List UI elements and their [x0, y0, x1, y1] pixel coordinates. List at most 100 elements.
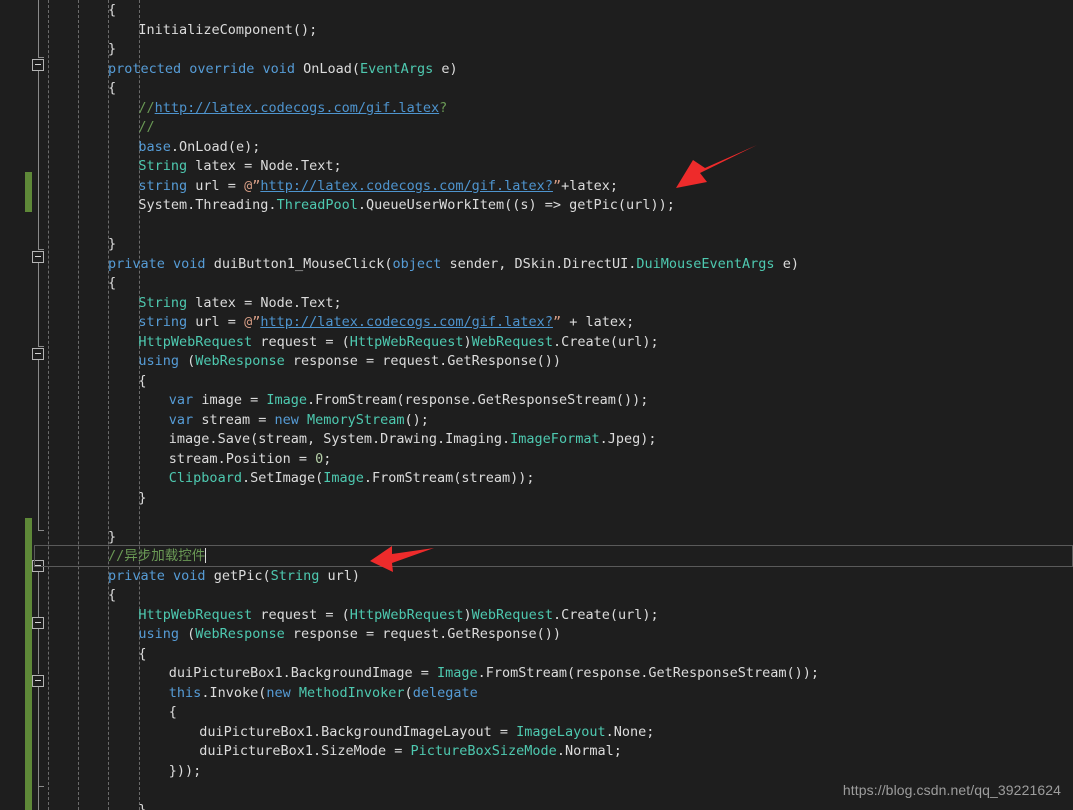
code-line[interactable]: using (WebResponse response = request.Ge…: [138, 625, 561, 645]
code-token: {: [108, 2, 117, 18]
code-line[interactable]: }: [108, 235, 116, 255]
code-line[interactable]: duiPictureBox1.BackgroundImage = Image.F…: [169, 664, 819, 684]
code-line[interactable]: HttpWebRequest request = (HttpWebRequest…: [138, 333, 658, 353]
code-line[interactable]: HttpWebRequest request = (HttpWebRequest…: [138, 606, 658, 626]
code-line[interactable]: private void duiButton1_MouseClick(objec…: [108, 255, 799, 275]
code-token: protected: [108, 60, 182, 77]
code-line[interactable]: }));: [169, 762, 202, 782]
code-token: sender, DSkin.DirectUI.: [441, 255, 637, 272]
code-token: @”: [244, 314, 261, 330]
code-token: ”: [552, 314, 562, 330]
code-token: duiPictureBox1.BackgroundImageLayout =: [199, 723, 517, 740]
code-line[interactable]: base.OnLoad(e);: [138, 138, 260, 158]
code-token: WebResponse: [195, 626, 285, 642]
code-line[interactable]: duiPictureBox1.BackgroundImageLayout = I…: [199, 723, 654, 743]
code-line[interactable]: }: [138, 489, 146, 509]
code-line[interactable]: {: [138, 372, 146, 392]
code-token: url): [319, 567, 361, 584]
code-token: System.Threading.: [138, 197, 277, 213]
code-token: duiPictureBox1.BackgroundImage =: [168, 665, 438, 681]
code-token: {: [108, 587, 117, 603]
code-token: .: [170, 138, 180, 155]
code-token: WebRequest: [471, 333, 553, 350]
code-token: private: [108, 567, 165, 584]
code-line[interactable]: {: [138, 645, 146, 665]
code-token: String: [270, 567, 320, 584]
code-token: var: [168, 392, 194, 408]
code-line[interactable]: //异步加载控件: [108, 547, 207, 567]
code-editor[interactable]: {InitializeComponent();} protected overri…: [0, 0, 1073, 810]
code-token: void: [173, 567, 206, 584]
code-token: InitializeComponent();: [138, 21, 318, 38]
code-token: delegate: [412, 684, 478, 701]
code-token: WebRequest: [471, 606, 553, 623]
code-token: 0: [315, 450, 324, 467]
code-token: var: [168, 411, 194, 428]
text-caret: [205, 548, 207, 563]
code-line[interactable]: this.Invoke(new MethodInvoker(delegate: [169, 684, 478, 704]
code-line[interactable]: stream.Position = 0;: [169, 450, 332, 470]
code-token: }: [108, 236, 117, 252]
code-line[interactable]: InitializeComponent();: [138, 21, 317, 41]
code-line[interactable]: }: [108, 528, 116, 548]
code-line[interactable]: {: [108, 1, 116, 21]
code-line[interactable]: //http://latex.codecogs.com/gif.latex?: [138, 99, 447, 119]
code-token: http://latex.codecogs.com/gif.latex?: [260, 314, 553, 330]
code-token: stream =: [193, 411, 275, 428]
code-line[interactable]: string url = @”http://latex.codecogs.com…: [138, 177, 618, 197]
code-line[interactable]: string url = @”http://latex.codecogs.com…: [138, 313, 634, 333]
code-token: url =: [187, 314, 245, 330]
code-token: ImageLayout: [516, 723, 606, 740]
code-line[interactable]: var stream = new MemoryStream();: [169, 411, 429, 431]
code-token: .Normal;: [556, 743, 622, 759]
code-token: }));: [168, 762, 202, 779]
code-token: .FromStream(response.GetResponseStream()…: [306, 392, 649, 408]
code-line[interactable]: {: [169, 703, 177, 723]
code-line[interactable]: Clipboard.SetImage(Image.FromStream(stre…: [169, 469, 535, 489]
code-token: duiButton1_MouseClick: [213, 255, 385, 272]
code-line[interactable]: image.Save(stream, System.Drawing.Imagin…: [169, 430, 657, 450]
code-line[interactable]: String latex = Node.Text;: [138, 157, 341, 177]
code-line[interactable]: {: [108, 586, 116, 606]
code-text-area[interactable]: {InitializeComponent();} protected overri…: [0, 0, 1073, 810]
code-line[interactable]: {: [108, 79, 116, 99]
code-token: ): [463, 606, 472, 623]
code-line[interactable]: {: [108, 274, 116, 294]
code-token: HttpWebRequest: [138, 606, 253, 623]
code-token: request = (: [252, 333, 350, 350]
code-token: //: [138, 119, 155, 135]
code-token: latex = Node.Text;: [187, 294, 342, 311]
code-token: .SetImage(: [241, 470, 324, 486]
code-line[interactable]: duiPictureBox1.SizeMode = PictureBoxSize…: [199, 742, 622, 762]
code-token: ImageFormat: [510, 431, 600, 447]
code-line[interactable]: using (WebResponse response = request.Ge…: [138, 352, 561, 372]
code-token: ): [463, 333, 472, 350]
code-line[interactable]: var image = Image.FromStream(response.Ge…: [169, 391, 649, 411]
code-token: Image: [266, 392, 307, 408]
code-token: WebResponse: [195, 353, 285, 369]
code-line[interactable]: protected override void OnLoad(EventArgs…: [108, 60, 458, 80]
code-token: {: [168, 704, 177, 720]
code-token: (: [384, 255, 393, 272]
code-line[interactable]: String latex = Node.Text;: [138, 294, 341, 314]
code-token: void: [262, 60, 295, 77]
code-line[interactable]: System.Threading.ThreadPool.QueueUserWor…: [138, 196, 674, 216]
code-token: this: [168, 684, 202, 701]
code-line[interactable]: }: [108, 40, 116, 60]
watermark-url: https://blog.csdn.net/qq_39221624: [842, 781, 1061, 798]
code-line[interactable]: }: [138, 801, 146, 810]
code-token: .None;: [605, 723, 655, 740]
code-token: MemoryStream: [307, 411, 405, 428]
code-line[interactable]: private void getPic(String url): [108, 567, 360, 587]
code-line[interactable]: //: [138, 118, 154, 138]
code-token: {: [138, 372, 147, 389]
code-token: MethodInvoker: [298, 684, 405, 701]
code-token: ();: [404, 411, 429, 428]
code-token: .Invoke(: [201, 684, 267, 701]
